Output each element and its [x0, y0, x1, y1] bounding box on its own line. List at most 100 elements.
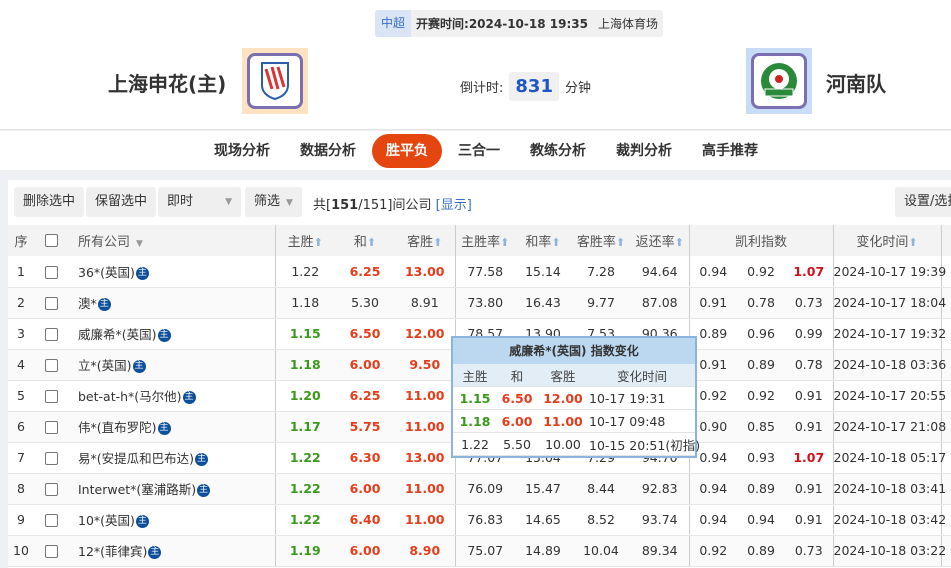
company-count: 共[151/151]间公司 [显示]	[313, 198, 472, 213]
tab-live-analysis[interactable]: 现场分析	[200, 134, 284, 168]
sort-draw[interactable]: 和⬆	[335, 225, 395, 256]
kelly-draw: 0.89	[737, 535, 785, 567]
kelly-draw: 0.92	[737, 380, 785, 412]
table-row[interactable]: 9 10*(英国) 主 1.22 6.40 11.00 76.83 14.65 8…	[8, 504, 951, 536]
filter-dropdown[interactable]: 筛选 ▼	[245, 187, 302, 217]
return-rate: 87.08	[631, 287, 689, 319]
popup-title: 威廉希*(英国) 指数变化	[453, 338, 695, 364]
company-name[interactable]: bet-at-h*(马尔他) 主	[68, 380, 275, 412]
row-index: 10	[8, 535, 34, 567]
row-checkbox[interactable]	[34, 287, 68, 319]
home-odds: 1.22	[274, 442, 335, 474]
change-time[interactable]: 2024-10-17 19:39	[832, 256, 946, 288]
change-time[interactable]: 2024-10-17 21:08	[832, 411, 946, 443]
sort-time[interactable]: 变化时间⬆	[832, 225, 941, 256]
change-time[interactable]: 2024-10-18 03:22	[832, 535, 946, 567]
row-checkbox[interactable]	[34, 318, 68, 350]
change-time[interactable]: 2024-10-18 03:41	[832, 473, 946, 505]
select-all-checkbox[interactable]	[34, 225, 68, 256]
away-rate: 8.52	[571, 504, 631, 536]
return-rate: 93.74	[631, 504, 689, 536]
row-index: 6	[8, 411, 34, 443]
kelly-away: 0.73	[785, 287, 833, 319]
company-name[interactable]: Interwet*(塞浦路斯) 主	[68, 473, 275, 505]
change-time[interactable]: 2024-10-17 19:32	[832, 318, 946, 350]
mode-select[interactable]: 即时 ▼	[158, 187, 241, 217]
tab-1x2[interactable]: 胜平负	[372, 133, 442, 168]
company-name[interactable]: 伟*(直布罗陀) 主	[68, 411, 275, 443]
sort-arrow-icon: ⬆	[908, 236, 918, 249]
tab-coach-analysis[interactable]: 教练分析	[516, 134, 600, 168]
kelly-away: 0.91	[785, 380, 833, 412]
table-row[interactable]: 10 12*(菲律宾) 主 1.19 6.00 8.90 75.07 14.89 …	[8, 535, 951, 567]
company-name[interactable]: 36*(英国) 主	[68, 256, 275, 288]
change-time[interactable]: 2024-10-18 03:42	[832, 504, 946, 536]
row-index: 5	[8, 380, 34, 412]
company-name[interactable]: 立*(英国) 主	[68, 349, 275, 381]
kelly-draw: 0.85	[737, 411, 785, 443]
col-company[interactable]: 所有公司 ▼	[68, 225, 275, 256]
row-checkbox[interactable]	[34, 442, 68, 474]
change-time[interactable]: 2024-10-18 05:17	[832, 442, 946, 474]
change-time[interactable]: 2024-10-17 20:55	[832, 380, 946, 412]
col-kelly: 凯利指数	[688, 225, 833, 256]
row-checkbox[interactable]	[34, 473, 68, 505]
kelly-away: 0.73	[785, 535, 833, 567]
draw-odds: 6.25	[335, 256, 395, 288]
row-checkbox[interactable]	[34, 349, 68, 381]
sort-away-rate[interactable]: 客胜率⬆	[571, 225, 631, 256]
sort-arrow-icon: ⬆	[366, 236, 377, 249]
match-header: 中超 开赛时间:2024-10-18 19:35 上海体育场 上海申花(主) 倒…	[0, 0, 951, 130]
show-link[interactable]: [显示]	[436, 198, 472, 213]
company-name[interactable]: 威廉希*(英国) 主	[68, 318, 275, 350]
sort-home[interactable]: 主胜⬆	[274, 225, 335, 256]
kelly-draw: 0.92	[737, 256, 785, 288]
sort-home-rate[interactable]: 主胜率⬆	[454, 225, 515, 256]
change-time[interactable]: 2024-10-17 18:04	[832, 287, 946, 319]
tab-referee-analysis[interactable]: 裁判分析	[602, 134, 686, 168]
table-row[interactable]: 2 澳* 主 1.18 5.30 8.91 73.80 16.43 9.77 87…	[8, 287, 951, 319]
sort-away[interactable]: 客胜⬆	[395, 225, 455, 256]
main-badge-icon: 主	[135, 515, 149, 528]
away-team[interactable]: 河南队	[826, 68, 886, 97]
tab-expert-picks[interactable]: 高手推荐	[688, 134, 772, 168]
change-time[interactable]: 2024-10-18 03:36	[832, 349, 946, 381]
home-odds: 1.18	[274, 287, 335, 319]
kelly-home: 0.94	[688, 504, 737, 536]
row-checkbox[interactable]	[34, 256, 68, 288]
sort-return-rate[interactable]: 返还率⬆	[631, 225, 689, 256]
away-team-logo[interactable]	[746, 48, 812, 114]
settings-button[interactable]: 设置/选择	[895, 187, 951, 217]
tab-data-analysis[interactable]: 数据分析	[286, 134, 370, 168]
draw-odds: 6.00	[335, 349, 395, 381]
countdown: 倒计时: 831 分钟	[460, 72, 591, 101]
main-badge-icon: 主	[135, 266, 149, 280]
home-team[interactable]: 上海申花(主)	[108, 68, 226, 97]
row-index: 9	[8, 504, 34, 536]
company-name[interactable]: 易*(安提瓜和巴布达) 主	[68, 442, 275, 474]
return-rate: 92.83	[631, 473, 689, 505]
home-team-logo[interactable]	[242, 48, 308, 114]
row-checkbox[interactable]	[34, 504, 68, 536]
row-checkbox[interactable]	[34, 535, 68, 567]
home-odds: 1.20	[274, 380, 335, 412]
table-row[interactable]: 8 Interwet*(塞浦路斯) 主 1.22 6.00 11.00 76.09…	[8, 473, 951, 505]
row-checkbox[interactable]	[34, 380, 68, 412]
table-row[interactable]: 1 36*(英国) 主 1.22 6.25 13.00 77.58 15.14 7…	[8, 256, 951, 288]
kelly-away: 0.99	[785, 318, 833, 350]
company-name[interactable]: 澳* 主	[68, 287, 275, 319]
kelly-away: 0.91	[785, 504, 833, 536]
main-badge-icon: 主	[182, 391, 196, 404]
keep-selected-button[interactable]: 保留选中	[86, 187, 157, 217]
delete-selected-button[interactable]: 删除选中	[14, 187, 85, 217]
draw-odds: 6.50	[335, 318, 395, 350]
league-tag[interactable]: 中超	[375, 10, 412, 37]
company-name[interactable]: 10*(英国) 主	[68, 504, 275, 536]
kelly-draw: 0.89	[737, 349, 785, 381]
home-rate: 76.83	[454, 504, 515, 536]
tab-three-in-one[interactable]: 三合一	[444, 134, 514, 168]
away-odds: 8.90	[395, 535, 455, 567]
row-checkbox[interactable]	[34, 411, 68, 443]
sort-draw-rate[interactable]: 和率⬆	[515, 225, 571, 256]
company-name[interactable]: 12*(菲律宾) 主	[68, 535, 275, 567]
